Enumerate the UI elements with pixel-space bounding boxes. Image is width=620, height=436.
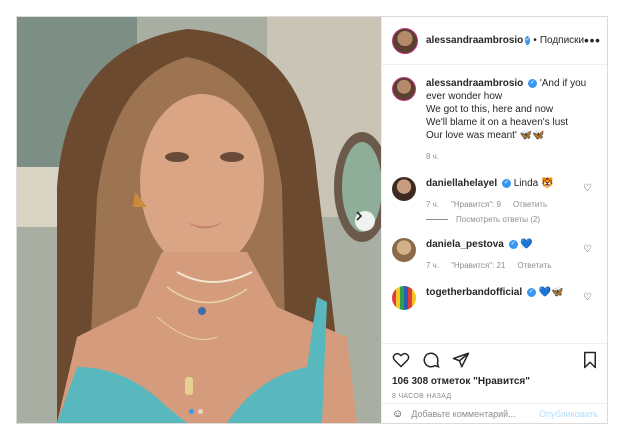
verified-badge-icon: ✓: [528, 78, 538, 88]
bookmark-icon[interactable]: [582, 351, 598, 369]
chevron-right-icon: [356, 211, 363, 221]
caption-meta: 8 ч.: [426, 150, 586, 163]
action-bar: [392, 348, 598, 372]
comment-icon[interactable]: [422, 351, 440, 369]
comment-input[interactable]: [411, 408, 540, 419]
emoji-icon[interactable]: ☺: [392, 408, 403, 420]
comments-list: alessandraambrosio ✓ 'And if you ever wo…: [382, 65, 607, 343]
comment-username[interactable]: togetherbandofficial: [426, 287, 522, 298]
add-comment-bar: ☺ Опубликовать: [382, 403, 607, 423]
following-button[interactable]: Подписки: [540, 35, 584, 46]
heart-icon[interactable]: [392, 352, 410, 368]
post-photo[interactable]: [17, 17, 381, 423]
caption: alessandraambrosio ✓ 'And if you ever wo…: [392, 77, 598, 163]
portrait-image: [17, 17, 381, 423]
verified-badge-icon: ✓: [526, 287, 536, 297]
comment-text: 💙🦋: [538, 287, 564, 298]
comment-item: daniellahelayel ✓ Linda 🐯 7 ч. "Нравится…: [392, 177, 598, 211]
view-replies-button[interactable]: Посмотреть ответы (2): [426, 215, 598, 224]
caption-avatar[interactable]: [392, 77, 416, 101]
publish-comment-button[interactable]: Опубликовать: [539, 409, 598, 419]
post-header: alessandraambrosio ✓ • Подписки •••: [382, 17, 607, 65]
comment-time[interactable]: 7 ч.: [426, 259, 439, 272]
comment-likes[interactable]: "Нравится": 21: [451, 259, 505, 272]
next-photo-button[interactable]: [355, 211, 375, 231]
comment-text: Linda 🐯: [513, 178, 554, 189]
caption-line: Our love was meant' 🦋🦋: [426, 130, 545, 141]
view-replies-label: Посмотреть ответы (2): [456, 215, 541, 224]
more-options-icon[interactable]: •••: [584, 33, 601, 48]
author-avatar[interactable]: [392, 27, 418, 54]
comment-avatar[interactable]: [392, 238, 416, 262]
share-icon[interactable]: [452, 351, 470, 369]
post-time-ago[interactable]: 8 ЧАСОВ НАЗАД: [392, 393, 598, 400]
verified-badge-icon: ✓: [508, 239, 518, 249]
post-modal: alessandraambrosio ✓ • Подписки ••• ales…: [16, 16, 608, 424]
caption-line: We got to this, here and now: [426, 104, 554, 115]
like-comment-heart-icon[interactable]: ♡: [583, 244, 592, 255]
like-comment-heart-icon[interactable]: ♡: [583, 183, 592, 194]
comment-meta: 7 ч. "Нравится": 9 Ответить: [426, 198, 553, 211]
separator-dot: •: [533, 35, 537, 46]
caption-line: We'll blame it on a heaven's lust: [426, 117, 569, 128]
comment-avatar[interactable]: [392, 286, 416, 310]
divider: [426, 219, 448, 220]
comment-text: 💙: [520, 239, 533, 250]
likes-count[interactable]: 106 308 отметок "Нравится": [392, 376, 598, 387]
caption-line: 'And if you: [539, 78, 587, 89]
comment-username[interactable]: daniellahelayel: [426, 178, 497, 189]
verified-badge-icon: ✓: [525, 36, 531, 45]
comment-username[interactable]: daniela_pestova: [426, 239, 504, 250]
caption-line: ever wonder how: [426, 91, 503, 102]
author-username[interactable]: alessandraambrosio: [426, 35, 523, 46]
carousel-dot-2: [198, 409, 203, 414]
like-comment-heart-icon[interactable]: ♡: [583, 292, 592, 303]
post-actions: 106 308 отметок "Нравится" 8 ЧАСОВ НАЗАД: [382, 343, 607, 400]
post-side-panel: alessandraambrosio ✓ • Подписки ••• ales…: [381, 17, 607, 423]
carousel-dot-1: [189, 409, 194, 414]
comment-reply-button[interactable]: Ответить: [513, 198, 547, 211]
comment-meta: 7 ч. "Нравится": 21 Ответить: [426, 259, 552, 272]
carousel-indicator: [189, 409, 203, 414]
comment-item: daniela_pestova ✓ 💙 7 ч. "Нравится": 21 …: [392, 238, 598, 272]
caption-username[interactable]: alessandraambrosio: [426, 78, 523, 89]
comment-time[interactable]: 7 ч.: [426, 198, 439, 211]
comment-likes[interactable]: "Нравится": 9: [451, 198, 501, 211]
verified-badge-icon: ✓: [501, 178, 511, 188]
comment-avatar[interactable]: [392, 177, 416, 201]
comment-item: togetherbandofficial ✓ 💙🦋 ♡: [392, 286, 598, 310]
comment-reply-button[interactable]: Ответить: [517, 259, 551, 272]
caption-time[interactable]: 8 ч.: [426, 150, 439, 163]
